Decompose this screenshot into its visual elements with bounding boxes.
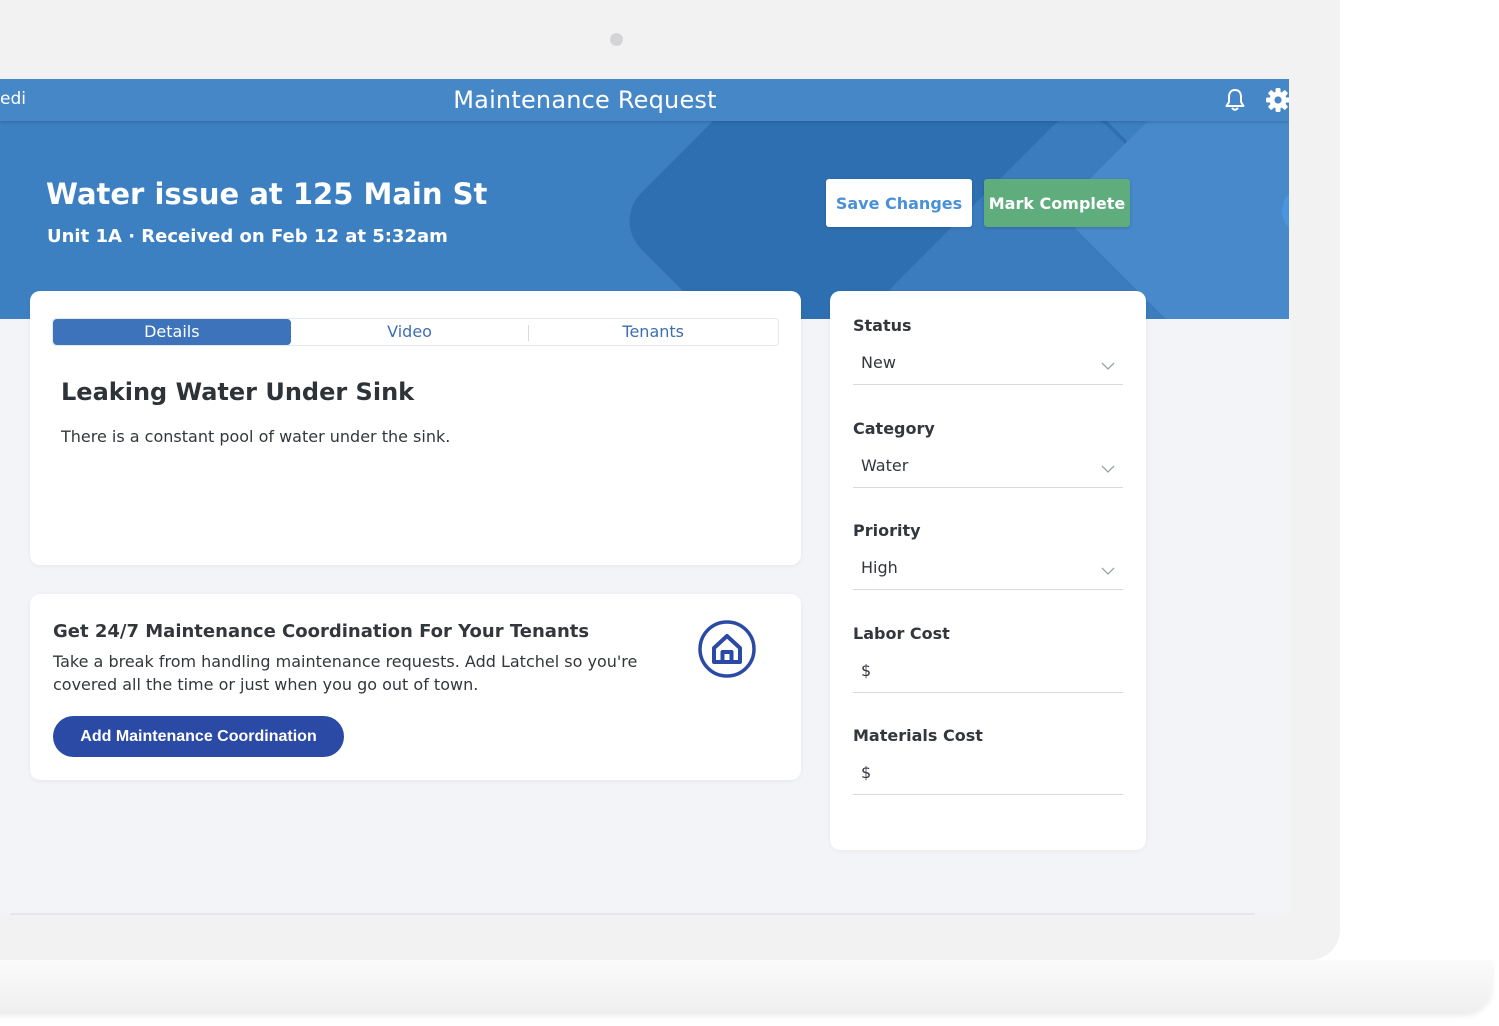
chevron-down-icon: [1101, 362, 1115, 370]
category-value: Water: [861, 456, 909, 475]
add-maintenance-coordination-button[interactable]: Add Maintenance Coordination: [53, 716, 344, 757]
promo-card: Get 24/7 Maintenance Coordination For Yo…: [30, 594, 801, 780]
details-card: Details Video Tenants Leaking Water Unde…: [30, 291, 801, 565]
labor-cost-value: $: [861, 661, 872, 680]
materials-cost-label: Materials Cost: [853, 726, 983, 745]
camera-dot: [610, 33, 623, 46]
request-header: Water issue at 125 Main St Unit 1A · Rec…: [0, 121, 1289, 319]
tab-divider: [528, 325, 530, 341]
tab-tenants[interactable]: Tenants: [528, 319, 778, 345]
promo-body: Take a break from handling maintenance r…: [53, 652, 638, 694]
save-changes-button[interactable]: Save Changes: [826, 179, 972, 227]
materials-cost-input[interactable]: $: [853, 755, 1123, 795]
status-label: Status: [853, 316, 912, 335]
priority-label: Priority: [853, 521, 921, 540]
priority-select[interactable]: High: [853, 550, 1123, 590]
category-select[interactable]: Water: [853, 448, 1123, 488]
bell-icon[interactable]: [1222, 87, 1248, 113]
issue-heading: Leaking Water Under Sink: [61, 378, 415, 406]
mark-complete-button[interactable]: Mark Complete: [984, 179, 1130, 227]
priority-value: High: [861, 558, 898, 577]
tab-bar: Details Video Tenants: [52, 318, 779, 346]
request-title: Water issue at 125 Main St: [46, 177, 488, 211]
gear-icon[interactable]: [1264, 86, 1289, 114]
labor-cost-label: Labor Cost: [853, 624, 950, 643]
labor-cost-field: Labor Cost $: [853, 624, 1123, 693]
materials-cost-field: Materials Cost $: [853, 726, 1123, 795]
house-icon: [698, 620, 756, 678]
request-fields-card: Status New Category Water Priority High …: [830, 291, 1146, 850]
status-field: Status New: [853, 316, 1123, 385]
request-subtitle: Unit 1A · Received on Feb 12 at 5:32am: [47, 226, 448, 247]
top-bar: edi Maintenance Request: [0, 79, 1289, 121]
status-value: New: [861, 353, 896, 372]
promo-title: Get 24/7 Maintenance Coordination For Yo…: [53, 621, 590, 642]
chevron-down-icon: [1101, 465, 1115, 473]
tab-tenants-label: Tenants: [622, 322, 684, 341]
issue-description: There is a constant pool of water under …: [61, 427, 451, 446]
tab-details[interactable]: Details: [53, 319, 291, 345]
chevron-down-icon: [1101, 567, 1115, 575]
labor-cost-input[interactable]: $: [853, 653, 1123, 693]
app-screen: edi Maintenance Request Water issue at 1…: [0, 79, 1289, 915]
priority-field: Priority High: [853, 521, 1123, 590]
laptop-base: [0, 960, 1492, 1012]
category-label: Category: [853, 419, 935, 438]
tab-video[interactable]: Video: [291, 319, 529, 345]
category-field: Category Water: [853, 419, 1123, 488]
materials-cost-value: $: [861, 763, 872, 782]
page-title: Maintenance Request: [453, 86, 717, 114]
screen-edge: [10, 913, 1255, 915]
status-select[interactable]: New: [853, 345, 1123, 385]
